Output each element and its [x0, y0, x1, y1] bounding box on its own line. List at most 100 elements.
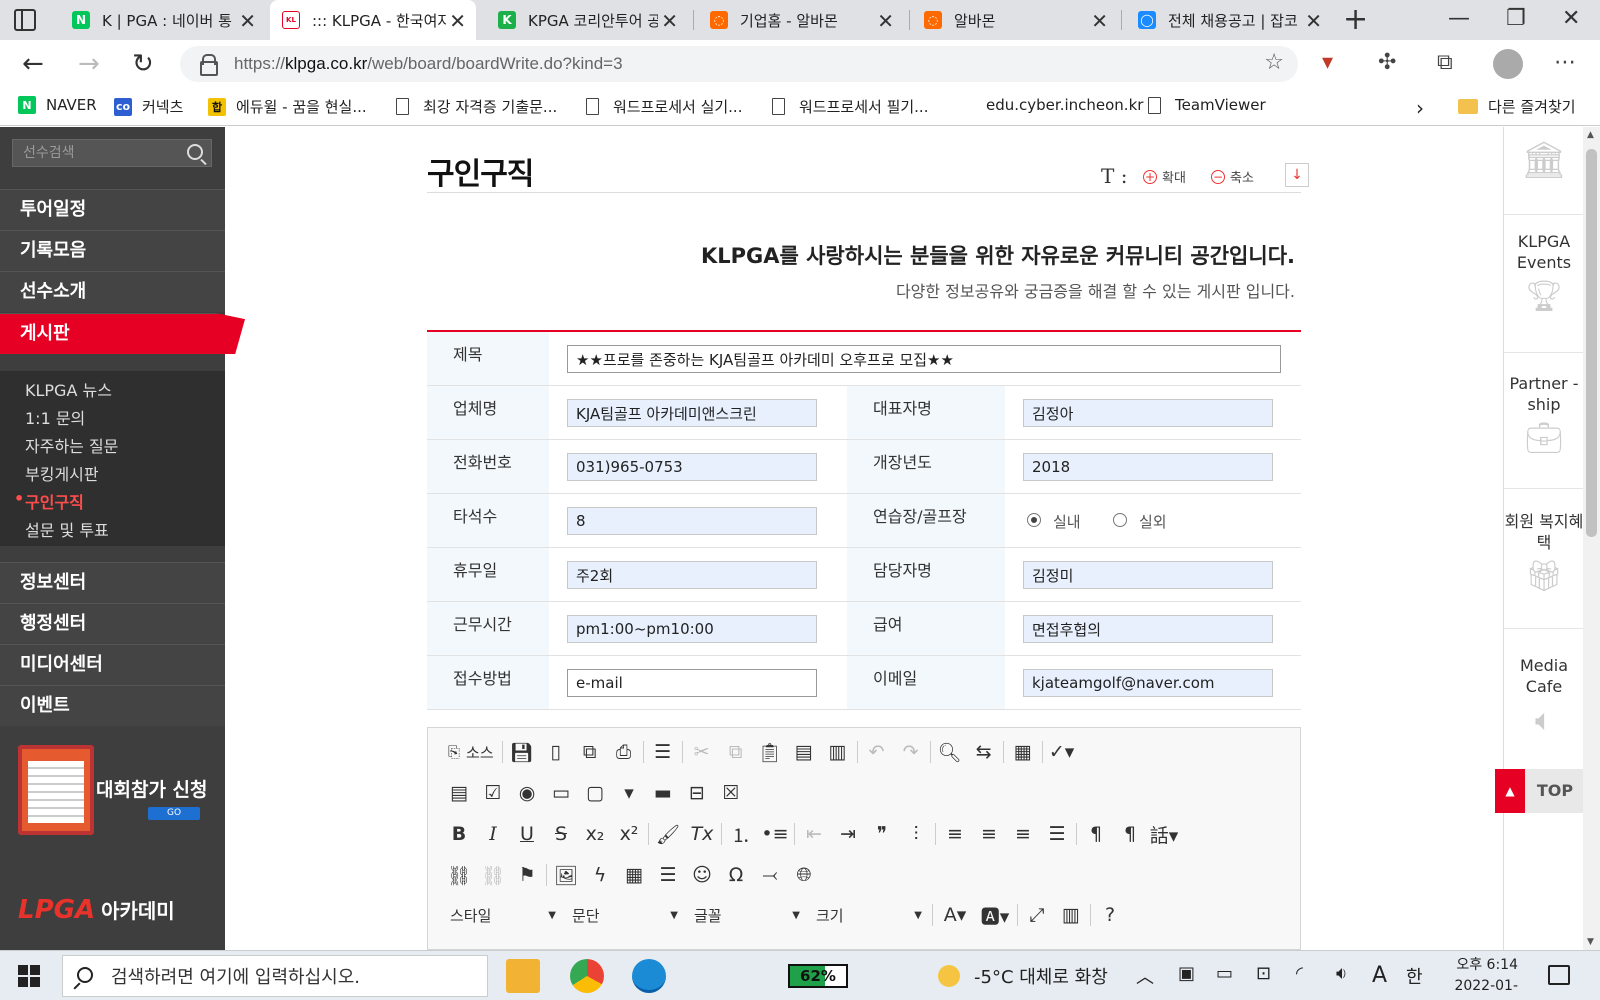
meet-now-icon[interactable]: ▣ [1178, 963, 1195, 984]
select-all-icon[interactable]: ▦ [1006, 738, 1040, 766]
close-icon[interactable]: ✕ [877, 9, 894, 33]
italic-icon[interactable]: I [476, 820, 510, 848]
tab-kpga[interactable]: K KPGA 코리안투어 공 ✕ [486, 0, 688, 40]
checkbox-icon[interactable]: ☑ [476, 779, 510, 807]
form-icon[interactable]: ▤ [442, 779, 476, 807]
cut-icon[interactable]: ✂ [685, 738, 719, 766]
align-right-icon[interactable]: ≡ [1006, 820, 1040, 848]
align-left-icon[interactable]: ≡ [938, 820, 972, 848]
superscript-icon[interactable]: x² [612, 820, 646, 848]
print-icon[interactable]: ⎙ [607, 738, 641, 766]
outdent-icon[interactable]: ⇤ [797, 820, 831, 848]
subnav-inquiry[interactable]: 1:1 문의 [25, 405, 85, 429]
format-dropdown[interactable]: 문단 ▼ [564, 902, 684, 928]
battery-widget[interactable]: 62% [788, 964, 848, 988]
holiday-input[interactable] [567, 561, 817, 589]
extension-icon[interactable]: ▾ [1322, 50, 1333, 75]
bulleted-list-icon[interactable]: •≡ [758, 820, 792, 848]
nav-events[interactable]: 이벤트 [0, 685, 225, 726]
font-a-icon[interactable]: A [1372, 963, 1387, 988]
nav-info-center[interactable]: 정보센터 [0, 562, 225, 603]
monitor-icon[interactable]: ⊡ [1256, 963, 1271, 984]
bookmark-word-written[interactable]: 워드프로세서 필기... [772, 96, 928, 117]
preview-icon[interactable]: ⧉ [573, 738, 607, 766]
edge-icon[interactable] [632, 959, 666, 993]
other-bookmarks[interactable]: 다른 즐겨찾기 [1458, 96, 1576, 117]
close-icon[interactable]: ✕ [239, 9, 256, 33]
special-char-icon[interactable]: Ω [719, 861, 753, 889]
company-input[interactable] [567, 399, 817, 427]
iframe-icon[interactable]: 🌐︎ [787, 861, 821, 889]
bookmark-teamviewer[interactable]: TeamViewer [1148, 96, 1266, 114]
new-tab-button[interactable]: + [1343, 2, 1368, 37]
bold-icon[interactable]: B [442, 820, 476, 848]
chrome-icon[interactable] [570, 959, 604, 993]
forward-icon[interactable]: → [78, 49, 100, 79]
nav-board[interactable]: 게시판 [0, 313, 245, 354]
justify-icon[interactable]: ☰ [1040, 820, 1074, 848]
smiley-icon[interactable]: ☺ [685, 861, 719, 889]
subnav-faq[interactable]: 자주하는 질문 [25, 433, 118, 457]
scroll-top-button[interactable]: ▲ TOP [1495, 769, 1585, 813]
url-text[interactable]: https://klpga.co.kr/web/board/boardWrite… [234, 54, 623, 74]
bookmark-word-practical[interactable]: 워드프로세서 실기... [586, 96, 742, 117]
manager-input[interactable] [1023, 561, 1273, 589]
font-dropdown[interactable]: 글꼴 ▼ [686, 902, 806, 928]
more-menu-icon[interactable]: ⋯ [1554, 50, 1576, 75]
paste-text-icon[interactable]: ▤ [787, 738, 821, 766]
text-color-icon[interactable]: A▾ [935, 901, 975, 929]
nav-players[interactable]: 선수소개 [0, 271, 225, 312]
collections-icon[interactable]: ⧉ [1437, 50, 1453, 75]
bookmark-connects[interactable]: co 커넥츠 [114, 96, 183, 117]
windows-start-icon[interactable] [18, 965, 40, 987]
tab-albamon[interactable]: ◌ 알바몬 ✕ [912, 0, 1118, 40]
nav-admin-center[interactable]: 행정센터 [0, 603, 225, 644]
copy-format-icon[interactable]: 🖌︎ [651, 820, 685, 848]
templates-icon[interactable]: ☰ [646, 738, 680, 766]
tab-naver[interactable]: N K | PGA : 네이버 통 ✕ [60, 0, 266, 40]
bookmark-incheon[interactable]: edu.cyber.incheon.kr [986, 96, 1143, 114]
tab-actions-icon[interactable] [14, 9, 36, 31]
back-icon[interactable]: ← [22, 49, 44, 79]
maximize-icon[interactable]: ⤢ [1020, 901, 1054, 929]
horizontal-line-icon[interactable]: ☰ [651, 861, 685, 889]
zoom-in-button[interactable]: + 확대 [1143, 167, 1186, 186]
radio-indoor[interactable] [1027, 513, 1041, 527]
add-favorite-icon[interactable]: ☆ [1264, 50, 1284, 75]
quick-klpga-building[interactable]: 🏛︎ [1504, 127, 1584, 215]
table-icon[interactable]: ▦ [617, 861, 651, 889]
text-field-icon[interactable]: ▭ [544, 779, 578, 807]
download-arrow-icon[interactable]: ↓ [1285, 163, 1309, 187]
select-field-icon[interactable]: ▾ [612, 779, 646, 807]
radio-icon[interactable]: ◉ [510, 779, 544, 807]
search-icon[interactable] [187, 144, 203, 160]
page-break-icon[interactable]: ⤙ [753, 861, 787, 889]
close-icon[interactable]: ✕ [1091, 9, 1108, 33]
page-scrollbar[interactable]: ▲ ▼ [1583, 127, 1600, 950]
show-blocks-icon[interactable]: ▥ [1054, 901, 1088, 929]
opened-year-input[interactable] [1023, 453, 1273, 481]
button-icon[interactable]: ▬ [646, 779, 680, 807]
tab-jobkorea[interactable]: ◯ 전체 채용공고 | 잡코 ✕ [1126, 0, 1332, 40]
rtl-icon[interactable]: ¶ [1113, 820, 1147, 848]
background-color-icon[interactable]: 🅰︎▾ [975, 901, 1015, 929]
copy-icon[interactable]: ⧉ [719, 738, 753, 766]
window-close-icon[interactable]: ✕ [1562, 6, 1580, 31]
subnav-booking[interactable]: 부킹게시판 [25, 461, 99, 485]
academy-banner[interactable]: LPGA 아카데미 [18, 895, 213, 935]
ltr-icon[interactable]: ¶ [1079, 820, 1113, 848]
show-hidden-icons-chevron-icon[interactable]: ︿ [1136, 963, 1154, 989]
wifi-icon[interactable]: ◜ [1296, 963, 1303, 984]
weather-widget[interactable]: -5°C 대체로 화창 [938, 963, 1108, 989]
style-dropdown[interactable]: 스타일 ▼ [442, 902, 562, 928]
quick-klpga-events[interactable]: KLPGA Events 🏆︎ [1504, 215, 1584, 353]
save-icon[interactable]: 💾︎ [505, 738, 539, 766]
taskbar-search-input[interactable] [111, 964, 471, 990]
salary-input[interactable] [1023, 615, 1273, 643]
tab-albamon-company[interactable]: ◌ 기업홈 - 알바몬 ✕ [698, 0, 904, 40]
go-button[interactable]: GO [148, 807, 200, 820]
replace-icon[interactable]: ⇆ [967, 738, 1001, 766]
taskbar-search-box[interactable] [62, 955, 488, 997]
extensions-puzzle-icon[interactable]: ✣ [1378, 50, 1396, 75]
ceo-input[interactable] [1023, 399, 1273, 427]
